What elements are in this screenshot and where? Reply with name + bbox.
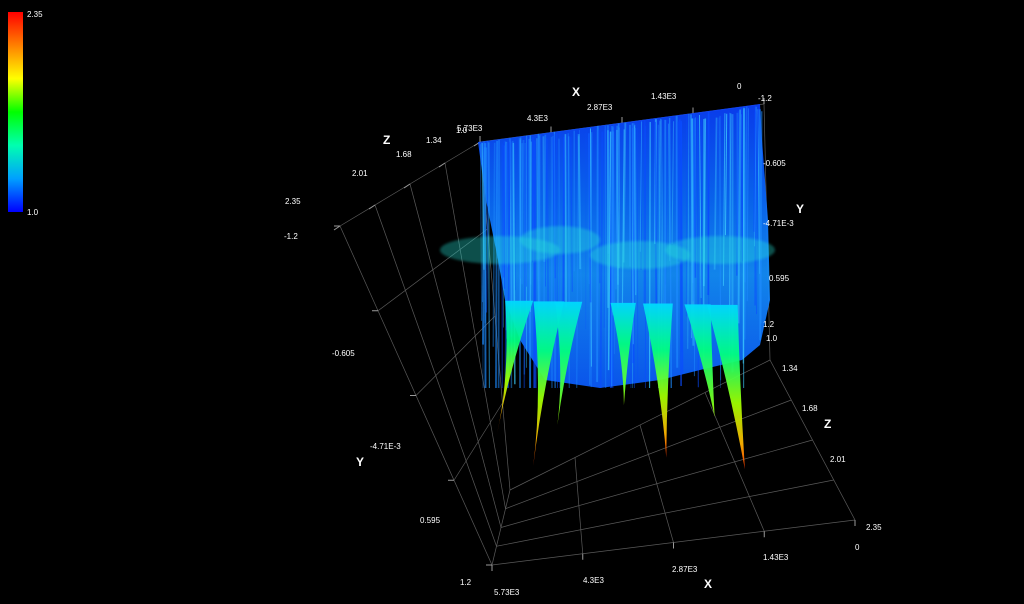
tick-mark [333, 225, 341, 231]
tick-mark [368, 204, 376, 210]
tick-label: 2.35 [866, 523, 882, 532]
tick-label: 0 [855, 543, 860, 552]
surface-highlight [665, 236, 775, 264]
tick-label: 2.87E3 [672, 565, 698, 574]
y-axis-label-right: Y [796, 202, 804, 216]
tick-label: 2.01 [352, 169, 368, 178]
tick-label: -1.2 [284, 232, 298, 241]
grid-line [500, 439, 813, 528]
z-axis-label-left: Z [383, 133, 390, 147]
grid-line [496, 479, 834, 547]
tick-label: 1.68 [396, 150, 412, 159]
surface-streak [495, 140, 499, 389]
surface-streak [612, 131, 615, 311]
x-axis-label-top: X [572, 85, 580, 99]
tick-label: 2.35 [285, 197, 301, 206]
tick-label: 1.43E3 [651, 92, 677, 101]
colorbar: 2.35 1.0 [8, 10, 43, 217]
tick-label: -1.2 [758, 94, 772, 103]
surface-streak [564, 134, 567, 307]
tick-label: 2.01 [830, 455, 846, 464]
tick-label: 2.87E3 [587, 103, 613, 112]
tick-label: -4.71E-3 [763, 219, 794, 228]
surface-streak [760, 111, 763, 324]
tick-mark [438, 162, 446, 168]
grid-line [453, 402, 503, 481]
tick-label: -0.605 [332, 349, 355, 358]
tick-label: 0.595 [769, 274, 790, 283]
y-axis-label-left: Y [356, 455, 364, 469]
surface-streak [480, 144, 483, 321]
colorbar-bar [8, 12, 23, 212]
tick-label: 4.3E3 [527, 114, 548, 123]
tick-label: -4.71E-3 [370, 442, 401, 451]
tick-label: 1.34 [782, 364, 798, 373]
tick-label: -0.605 [763, 159, 786, 168]
tick-label: 1.0 [766, 334, 778, 343]
tick-label: 1.68 [802, 404, 818, 413]
tick-label: 1.2 [763, 320, 775, 329]
tick-label: 0 [737, 82, 742, 91]
surface-highlight [520, 226, 600, 254]
tick-label: 0.595 [420, 516, 441, 525]
colorbar-min-label: 1.0 [27, 208, 39, 217]
tick-label: 5.73E3 [494, 588, 520, 597]
z-axis-label-right: Z [824, 417, 831, 431]
tick-label: 1.34 [426, 136, 442, 145]
tick-label: 4.3E3 [583, 576, 604, 585]
surface-streak [534, 140, 537, 389]
chart-3d-surface: 2.35 1.0 X X Y Y Z Z 5.73E3 4.3E3 2.87E3… [8, 10, 882, 597]
tick-label: 1.43E3 [763, 553, 789, 562]
tick-label: 1.0 [456, 126, 468, 135]
tick-mark [403, 183, 411, 189]
x-axis-label-bottom: X [704, 577, 712, 591]
tick-label: 1.2 [460, 578, 472, 587]
colorbar-max-label: 2.35 [27, 10, 43, 19]
